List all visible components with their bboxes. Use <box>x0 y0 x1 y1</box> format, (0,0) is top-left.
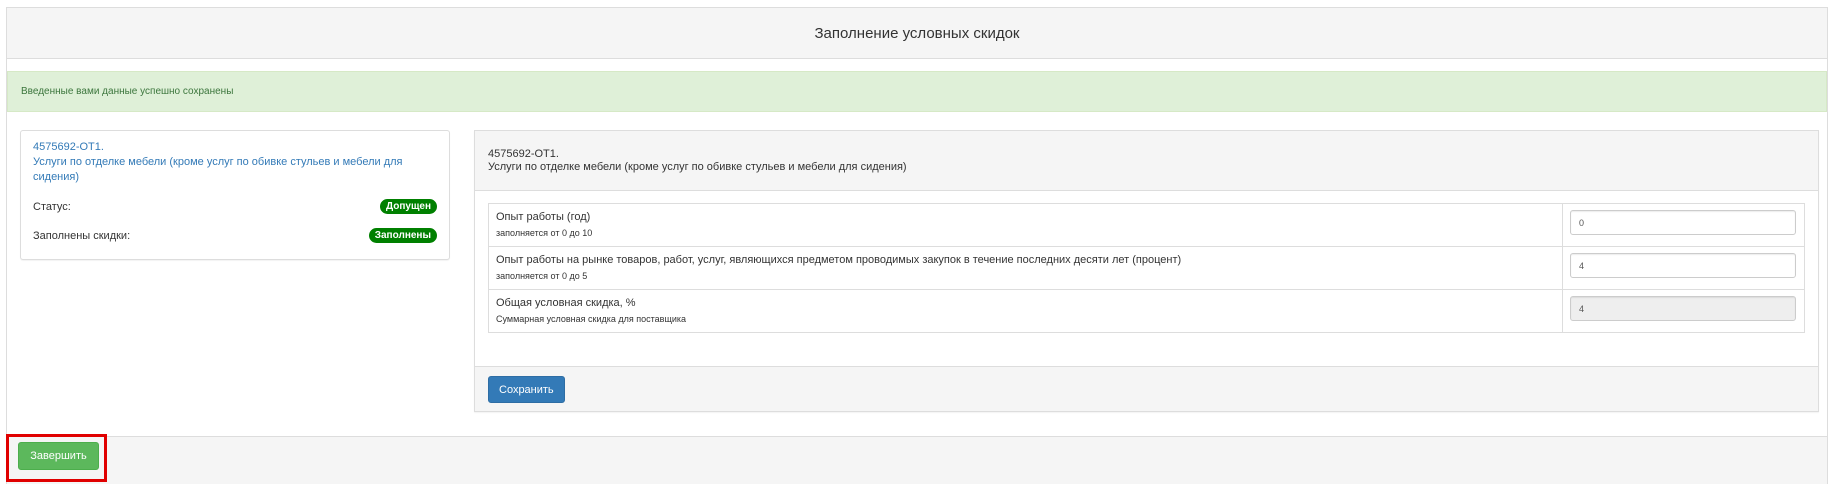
row-input-cell <box>1562 203 1805 247</box>
row-label-cell: Опыт работы (год) заполняется от 0 до 10 <box>488 203 1563 247</box>
market-experience-percent-input[interactable] <box>1570 253 1796 278</box>
page-title: Заполнение условных скидок <box>7 8 1827 59</box>
discount-panel: Заполнение условных скидок Введенные вам… <box>6 7 1828 484</box>
discounts-label: Заполнены скидки: <box>33 229 131 242</box>
status-label: Статус: <box>33 200 71 213</box>
table-row: Опыт работы на рынке товаров, работ, усл… <box>488 246 1805 290</box>
discount-table: Опыт работы (год) заполняется от 0 до 10… <box>488 203 1805 333</box>
lot-card: 4575692-ОТ1. Услуги по отделке мебели (к… <box>20 130 450 260</box>
row-label-cell: Опыт работы на рынке товаров, работ, усл… <box>488 246 1563 290</box>
lot-name-link[interactable]: Услуги по отделке мебели (кроме услуг по… <box>33 155 437 185</box>
lot-detail-footer: Сохранить <box>475 366 1818 411</box>
success-alert: Введенные вами данные успешно сохранены <box>7 71 1827 112</box>
lot-code-link[interactable]: 4575692-ОТ1. <box>33 140 437 155</box>
lot-status-row: Статус: Допущен <box>33 199 437 214</box>
lot-detail-panel: 4575692-ОТ1. Услуги по отделке мебели (к… <box>474 130 1819 412</box>
detail-lot-name: Услуги по отделке мебели (кроме услуг по… <box>488 161 907 173</box>
save-button[interactable]: Сохранить <box>488 376 565 403</box>
row-label-cell: Общая условная скидка, % Суммарная услов… <box>488 289 1563 333</box>
row-hint: Суммарная условная скидка для поставщика <box>496 314 687 324</box>
status-badge: Допущен <box>380 199 437 214</box>
panel-footer <box>7 436 1827 484</box>
table-row: Опыт работы (год) заполняется от 0 до 10 <box>488 203 1805 247</box>
lot-discounts-row: Заполнены скидки: Заполнены <box>33 228 437 243</box>
row-title: Опыт работы (год) <box>496 211 591 223</box>
row-title: Общая условная скидка, % <box>496 297 636 309</box>
detail-lot-code: 4575692-ОТ1. <box>488 148 559 160</box>
finish-button[interactable]: Завершить <box>18 442 99 470</box>
total-discount-field <box>1570 296 1796 321</box>
row-title: Опыт работы на рынке товаров, работ, усл… <box>496 254 1182 266</box>
row-hint: заполняется от 0 до 10 <box>496 228 593 238</box>
row-hint: заполняется от 0 до 5 <box>496 271 588 281</box>
lot-detail-body: Опыт работы (год) заполняется от 0 до 10… <box>475 191 1818 345</box>
table-row: Общая условная скидка, % Суммарная услов… <box>488 289 1805 333</box>
discounts-badge: Заполнены <box>368 228 437 243</box>
experience-years-input[interactable] <box>1570 210 1796 235</box>
row-input-cell <box>1562 289 1805 333</box>
lot-detail-heading: 4575692-ОТ1. Услуги по отделке мебели (к… <box>475 131 1818 191</box>
row-input-cell <box>1562 246 1805 290</box>
